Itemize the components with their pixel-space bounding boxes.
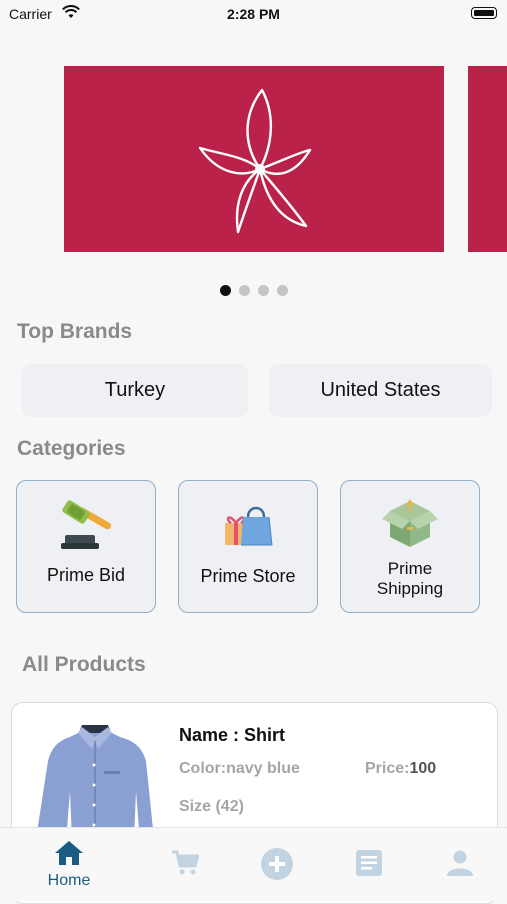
flower-logo-icon [198,88,312,234]
category-label: Prime Store [200,566,296,586]
banner-carousel[interactable] [0,66,507,252]
shopping-bags-icon [179,495,317,555]
tab-cart[interactable] [160,828,210,901]
price-value: 100 [409,760,437,777]
category-prime-store[interactable]: Prime Store [178,480,318,613]
profile-icon [447,850,473,881]
tab-label: Home [47,872,91,889]
tab-profile[interactable] [435,828,485,901]
pagination-dot[interactable] [257,285,269,296]
product-color: Color:navy blue [179,760,300,777]
clock: 2:28 PM [227,6,280,22]
cart-icon [171,850,201,881]
brand-turkey-button[interactable]: Turkey [22,364,248,417]
gavel-icon [17,495,155,555]
pagination-dot[interactable] [238,285,250,296]
banner-slide[interactable] [64,66,444,252]
category-label: Prime Bid [46,565,126,585]
category-prime-bid[interactable]: Prime Bid [16,480,156,613]
home-icon [54,840,84,871]
top-brands-title: Top Brands [17,320,133,343]
tab-home[interactable]: Home [39,828,99,901]
product-price: Price:100 [365,760,436,778]
pagination-dot[interactable] [276,285,288,296]
all-products-title: All Products [22,653,146,676]
status-bar: Carrier 2:28 PM [0,0,507,28]
add-circle-icon [261,848,293,885]
tab-add[interactable] [252,828,302,901]
price-label: Price: [365,760,410,777]
categories-title: Categories [17,437,126,460]
bottom-tab-bar: Home [0,827,507,901]
category-label: Prime Shipping [376,559,444,598]
shipping-box-icon [341,493,479,553]
banner-slide-next[interactable] [468,66,507,252]
pagination-dot[interactable] [219,285,231,296]
battery-icon [471,7,497,19]
document-icon [356,850,382,881]
category-prime-shipping[interactable]: Prime Shipping [340,480,480,613]
carousel-pagination[interactable] [0,285,507,296]
product-name: Name : Shirt [179,725,286,745]
brand-united-states-button[interactable]: United States [269,364,492,417]
tab-orders[interactable] [344,828,394,901]
product-size: Size (42) [179,798,244,815]
